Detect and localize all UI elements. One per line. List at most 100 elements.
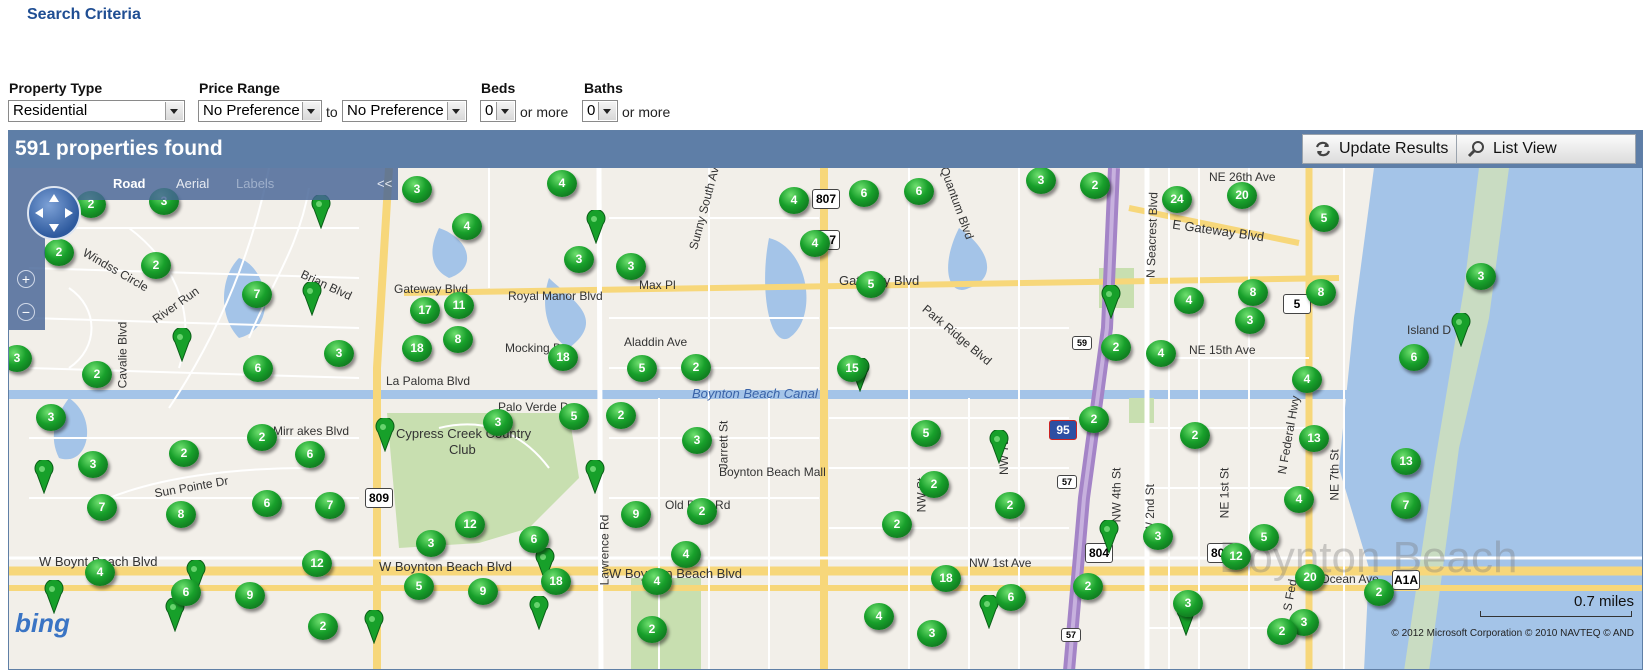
map-pin-icon[interactable]: [989, 430, 1009, 464]
property-cluster-marker[interactable]: 2: [44, 239, 74, 266]
map-pin-icon[interactable]: [586, 210, 606, 244]
map-canvas[interactable]: Gateway Blvd Royal Manor Blvd Gateway Bl…: [9, 168, 1642, 669]
zoom-out-button[interactable]: −: [17, 303, 35, 321]
collapse-nav-button[interactable]: <<: [377, 176, 392, 191]
property-cluster-marker[interactable]: 3: [1026, 168, 1056, 194]
property-cluster-marker[interactable]: 5: [627, 355, 657, 382]
property-cluster-marker[interactable]: 15: [837, 355, 867, 382]
property-cluster-marker[interactable]: 3: [1235, 307, 1265, 334]
property-cluster-marker[interactable]: 6: [252, 490, 282, 517]
property-cluster-marker[interactable]: 4: [1284, 486, 1314, 513]
property-cluster-marker[interactable]: 3: [483, 409, 513, 436]
property-cluster-marker[interactable]: 8: [1306, 279, 1336, 306]
property-cluster-marker[interactable]: 2: [1073, 573, 1103, 600]
property-cluster-marker[interactable]: 11: [444, 292, 474, 319]
list-view-button[interactable]: List View: [1456, 134, 1636, 164]
property-cluster-marker[interactable]: 2: [141, 252, 171, 279]
map-pin-icon[interactable]: [585, 460, 605, 494]
property-cluster-marker[interactable]: 12: [1221, 543, 1251, 570]
compass-pan-icon[interactable]: [27, 186, 81, 240]
property-cluster-marker[interactable]: 6: [904, 178, 934, 205]
property-cluster-marker[interactable]: 17: [410, 297, 440, 324]
property-cluster-marker[interactable]: 5: [856, 271, 886, 298]
property-cluster-marker[interactable]: 8: [443, 326, 473, 353]
property-cluster-marker[interactable]: 2: [1101, 334, 1131, 361]
property-cluster-marker[interactable]: 4: [864, 603, 894, 630]
property-cluster-marker[interactable]: 12: [302, 550, 332, 577]
property-cluster-marker[interactable]: 6: [171, 579, 201, 606]
property-cluster-marker[interactable]: 2: [995, 492, 1025, 519]
property-cluster-marker[interactable]: 2: [1180, 422, 1210, 449]
property-cluster-marker[interactable]: 4: [1292, 366, 1322, 393]
property-cluster-marker[interactable]: 3: [1466, 263, 1496, 290]
property-cluster-marker[interactable]: 2: [169, 440, 199, 467]
map-pin-icon[interactable]: [529, 596, 549, 630]
tab-road[interactable]: Road: [113, 176, 146, 191]
map-pin-icon[interactable]: [172, 328, 192, 362]
property-cluster-marker[interactable]: 2: [82, 361, 112, 388]
tab-labels[interactable]: Labels: [236, 176, 274, 191]
property-cluster-marker[interactable]: 7: [87, 494, 117, 521]
map-pin-icon[interactable]: [375, 418, 395, 452]
map-pin-icon[interactable]: [302, 282, 322, 316]
property-cluster-marker[interactable]: 4: [800, 230, 830, 257]
property-cluster-marker[interactable]: 6: [295, 441, 325, 468]
map-pin-icon[interactable]: [1101, 285, 1121, 319]
property-cluster-marker[interactable]: 7: [315, 492, 345, 519]
property-cluster-marker[interactable]: 2: [606, 402, 636, 429]
property-cluster-marker[interactable]: 2: [687, 498, 717, 525]
property-cluster-marker[interactable]: 18: [931, 565, 961, 592]
property-cluster-marker[interactable]: 2: [1267, 618, 1297, 645]
map-pin-icon[interactable]: [1451, 313, 1471, 347]
property-cluster-marker[interactable]: 3: [402, 176, 432, 203]
property-cluster-marker[interactable]: 3: [564, 246, 594, 273]
property-cluster-marker[interactable]: 12: [455, 511, 485, 538]
property-cluster-marker[interactable]: 4: [452, 213, 482, 240]
property-cluster-marker[interactable]: 6: [996, 584, 1026, 611]
property-cluster-marker[interactable]: 4: [1174, 287, 1204, 314]
property-cluster-marker[interactable]: 20: [1227, 182, 1257, 209]
property-cluster-marker[interactable]: 2: [882, 511, 912, 538]
property-cluster-marker[interactable]: 9: [621, 501, 651, 528]
property-cluster-marker[interactable]: 2: [637, 616, 667, 643]
property-cluster-marker[interactable]: 2: [1080, 172, 1110, 199]
property-cluster-marker[interactable]: 18: [548, 344, 578, 371]
property-cluster-marker[interactable]: 5: [559, 403, 589, 430]
property-cluster-marker[interactable]: 2: [247, 424, 277, 451]
property-cluster-marker[interactable]: 2: [919, 471, 949, 498]
property-cluster-marker[interactable]: 13: [1299, 425, 1329, 452]
property-cluster-marker[interactable]: 2: [308, 613, 338, 640]
property-cluster-marker[interactable]: 4: [547, 170, 577, 197]
zoom-in-button[interactable]: +: [17, 270, 35, 288]
map-pin-icon[interactable]: [364, 610, 384, 644]
property-cluster-marker[interactable]: 5: [1309, 205, 1339, 232]
property-cluster-marker[interactable]: 6: [243, 355, 273, 382]
property-cluster-marker[interactable]: 3: [416, 530, 446, 557]
property-cluster-marker[interactable]: 3: [1143, 523, 1173, 550]
property-cluster-marker[interactable]: 2: [681, 354, 711, 381]
property-cluster-marker[interactable]: 9: [468, 578, 498, 605]
property-cluster-marker[interactable]: 6: [849, 180, 879, 207]
property-cluster-marker[interactable]: 18: [402, 335, 432, 362]
map-pin-icon[interactable]: [34, 460, 54, 494]
property-cluster-marker[interactable]: 4: [85, 559, 115, 586]
map-pin-icon[interactable]: [311, 195, 331, 229]
property-cluster-marker[interactable]: 3: [917, 620, 947, 647]
property-cluster-marker[interactable]: 3: [682, 427, 712, 454]
property-cluster-marker[interactable]: 3: [36, 404, 66, 431]
property-cluster-marker[interactable]: 3: [78, 451, 108, 478]
property-cluster-marker[interactable]: 4: [779, 187, 809, 214]
price-max-select[interactable]: No Preference: [342, 100, 467, 122]
property-type-select[interactable]: Residential: [8, 100, 185, 122]
property-cluster-marker[interactable]: 2: [1079, 406, 1109, 433]
property-cluster-marker[interactable]: 20: [1295, 564, 1325, 591]
property-cluster-marker[interactable]: 7: [1391, 492, 1421, 519]
property-cluster-marker[interactable]: 7: [242, 281, 272, 308]
property-cluster-marker[interactable]: 2: [1364, 579, 1394, 606]
map-pin-icon[interactable]: [1099, 520, 1119, 554]
property-cluster-marker[interactable]: 9: [235, 582, 265, 609]
baths-select[interactable]: 0: [582, 100, 618, 122]
property-cluster-marker[interactable]: 6: [1399, 344, 1429, 371]
property-cluster-marker[interactable]: 4: [1146, 340, 1176, 367]
property-cluster-marker[interactable]: 5: [911, 420, 941, 447]
